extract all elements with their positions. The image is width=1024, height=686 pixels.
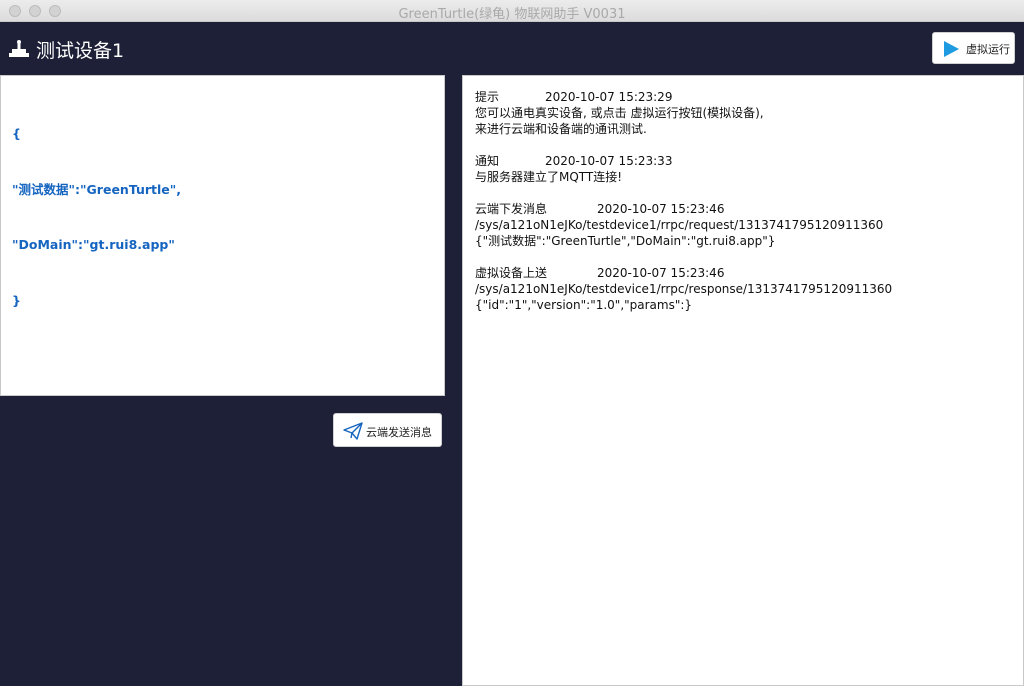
log-entry-line: 来进行云端和设备端的通讯测试. bbox=[475, 122, 647, 136]
virtual-run-label: 虚拟运行 bbox=[966, 43, 1010, 56]
code-line: { bbox=[12, 126, 21, 141]
log-entry-type: 虚拟设备上送 bbox=[475, 266, 548, 280]
log-entry: 虚拟设备上送 2020-10-07 15:23:46 /sys/a121oN1eJ… bbox=[475, 265, 1011, 313]
play-icon bbox=[944, 41, 959, 57]
message-editor[interactable]: { "测试数据":"GreenTurtle", "DoMain":"gt.rui… bbox=[0, 75, 445, 396]
device-title: 测试设备1 bbox=[36, 40, 125, 62]
log-entry-line: /sys/a121oN1eJKo/testdevice1/rrpc/respon… bbox=[475, 282, 893, 296]
log-entry-time: 2020-10-07 15:23:46 bbox=[597, 266, 725, 280]
log-entry: 提示 2020-10-07 15:23:29 您可以通电真实设备, 或点击 虚拟运… bbox=[475, 89, 1011, 137]
code-line: } bbox=[12, 292, 21, 308]
log-entry-time: 2020-10-07 15:23:46 bbox=[597, 202, 725, 216]
log-entry-type: 提示 bbox=[475, 90, 500, 104]
paper-plane-icon bbox=[343, 422, 363, 440]
log-entry-line: {"id":"1","version":"1.0","params":} bbox=[475, 298, 693, 312]
cloud-send-message-label: 云端发送消息 bbox=[366, 426, 432, 439]
log-entry-time: 2020-10-07 15:23:29 bbox=[545, 90, 673, 104]
log-entry-line: /sys/a121oN1eJKo/testdevice1/rrpc/reques… bbox=[475, 218, 884, 232]
title-bar: GreenTurtle(绿龟) 物联网助手 V0031 bbox=[0, 0, 1024, 22]
virtual-run-button[interactable]: 虚拟运行 bbox=[932, 32, 1015, 64]
cloud-send-message-button[interactable]: 云端发送消息 bbox=[333, 413, 442, 447]
device-stand-icon bbox=[9, 40, 29, 57]
log-entry-type: 通知 bbox=[475, 154, 500, 168]
log-entry: 云端下发消息 2020-10-07 15:23:46 /sys/a121oN1eJ… bbox=[475, 201, 1011, 249]
log-entry-line: 与服务器建立了MQTT连接! bbox=[475, 170, 623, 184]
app-window: GreenTurtle(绿龟) 物联网助手 V0031 测试设备1 虚拟运行 {… bbox=[0, 0, 1024, 686]
code-line: "测试数据":"GreenTurtle", bbox=[12, 181, 182, 197]
log-entry: 通知 2020-10-07 15:23:33 与服务器建立了MQTT连接! bbox=[475, 153, 1011, 185]
log-entry-line: {"测试数据":"GreenTurtle","DoMain":"gt.rui8.… bbox=[475, 234, 776, 248]
log-entry-time: 2020-10-07 15:23:33 bbox=[545, 154, 673, 168]
log-entry-line: 您可以通电真实设备, 或点击 虚拟运行按钮(模拟设备), bbox=[475, 106, 764, 120]
message-log: 提示 2020-10-07 15:23:29 您可以通电真实设备, 或点击 虚拟运… bbox=[462, 75, 1024, 686]
code-line: "DoMain":"gt.rui8.app" bbox=[12, 237, 175, 252]
window-title: GreenTurtle(绿龟) 物联网助手 V0031 bbox=[398, 7, 626, 22]
editor-code: { "测试数据":"GreenTurtle", "DoMain":"gt.rui… bbox=[12, 88, 433, 347]
log-entry-type: 云端下发消息 bbox=[475, 202, 548, 216]
